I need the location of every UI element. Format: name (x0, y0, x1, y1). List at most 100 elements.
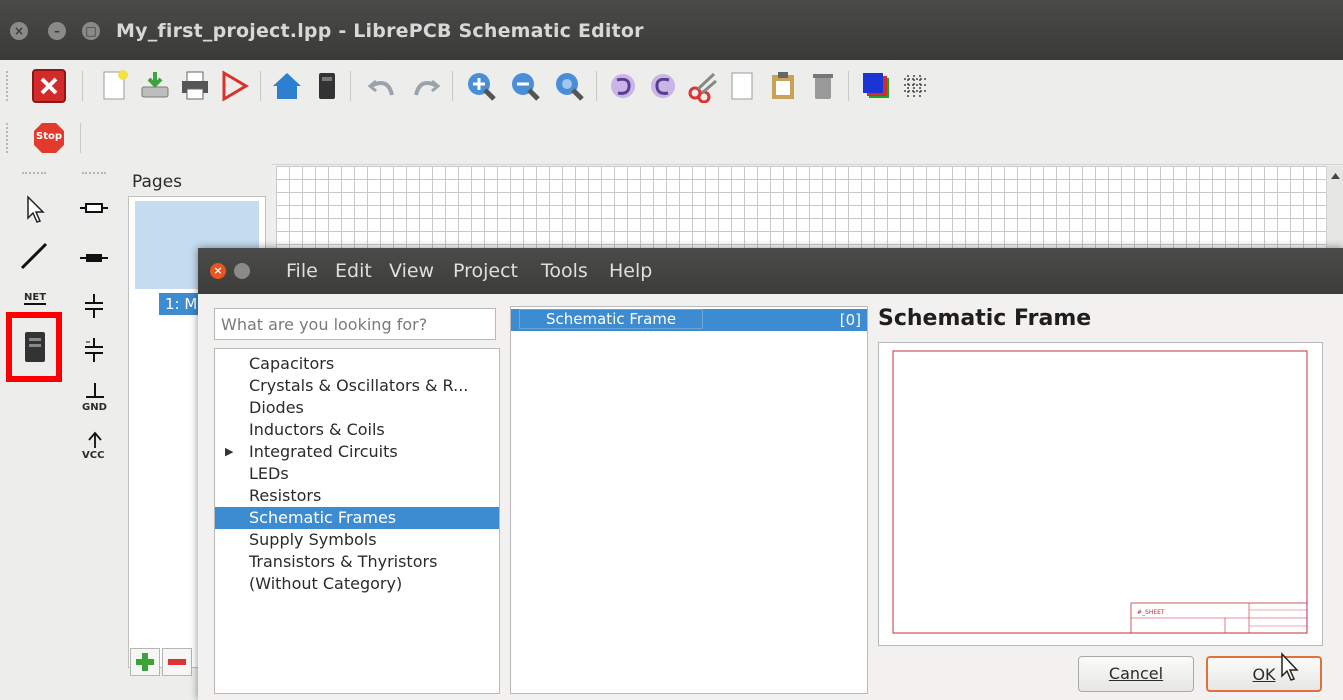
window-minimize-button[interactable]: – (48, 22, 66, 40)
schematic-frame-preview (892, 350, 1308, 634)
close-project-glyph (40, 77, 58, 95)
toolbar-grip[interactable] (82, 172, 106, 174)
add-component-button[interactable] (20, 330, 50, 364)
dialog-titlebar: × File Edit View Project Tools Help (198, 248, 1343, 294)
add-capacitor-unipolar-button[interactable] (80, 336, 108, 364)
netlabel-icon: NET (24, 292, 47, 305)
layers-icon[interactable] (858, 69, 892, 103)
category-item[interactable]: Supply Symbols (215, 529, 499, 551)
add-component-dialog: × File Edit View Project Tools Help Capa… (198, 248, 1343, 700)
stop-button[interactable]: Stop (32, 121, 66, 155)
components-toolbar: GND VCC (66, 164, 125, 700)
category-item[interactable]: Resistors (215, 485, 499, 507)
menu-file[interactable]: File (286, 260, 318, 282)
cancel-button[interactable]: Cancel (1078, 656, 1194, 692)
menu-tools[interactable]: Tools (541, 260, 588, 282)
maximize-icon: □ (85, 24, 97, 38)
menu-project[interactable]: Project (453, 260, 518, 282)
toolbar-grip[interactable] (6, 71, 12, 101)
zoom-in-icon[interactable] (464, 69, 498, 103)
new-sheet-icon[interactable] (98, 69, 132, 103)
minimize-icon: – (54, 24, 60, 38)
toolbar-separator (82, 71, 83, 101)
zoom-out-glyph (512, 73, 540, 101)
add-inductor-button[interactable] (78, 248, 110, 268)
zoom-all-glyph (556, 73, 584, 101)
category-item[interactable]: Diodes (215, 397, 499, 419)
rotate-ccw-icon[interactable] (606, 69, 640, 103)
rotate-cw-icon[interactable] (646, 69, 680, 103)
category-item[interactable]: Capacitors (215, 353, 499, 375)
inductor-icon (80, 254, 108, 262)
add-gnd-button[interactable]: GND (80, 382, 110, 416)
export-pdf-glyph (222, 70, 249, 102)
close-icon: × (13, 24, 25, 38)
window-maximize-button[interactable]: □ (82, 22, 100, 40)
vcc-icon (88, 431, 102, 448)
category-tree[interactable]: Capacitors Crystals & Oscillators & R...… (214, 348, 500, 694)
window-titlebar: × – □ My_first_project.lpp - LibrePCB Sc… (0, 0, 1343, 60)
add-resistor-button[interactable] (78, 198, 110, 218)
tools-toolbar: NET (0, 164, 67, 700)
main-toolbar (0, 60, 1343, 113)
zoom-all-icon[interactable] (552, 69, 586, 103)
toolbar-grip[interactable] (6, 123, 12, 153)
gnd-label: GND (82, 402, 107, 413)
command-toolbar: Stop (0, 112, 1343, 165)
window-title: My_first_project.lpp - LibrePCB Schemati… (116, 20, 644, 42)
frame-sheet-label: #_SHEET (1137, 609, 1165, 616)
dialog-maximize-button[interactable] (234, 263, 250, 279)
remove-page-button[interactable] (162, 648, 192, 676)
toolbar-separator (452, 71, 453, 101)
redo-glyph (414, 79, 441, 96)
zoom-in-glyph (468, 73, 496, 101)
draw-wire-button[interactable] (18, 240, 50, 272)
control-panel-icon[interactable] (270, 69, 304, 103)
category-item[interactable]: Inductors & Coils (215, 419, 499, 441)
category-item[interactable]: Integrated Circuits (215, 441, 499, 463)
trash-glyph (813, 74, 833, 99)
undo-icon[interactable] (366, 69, 400, 103)
dialog-close-button[interactable]: × (210, 263, 226, 279)
toolbar-separator (848, 71, 849, 101)
add-capacitor-bipolar-button[interactable] (80, 292, 108, 320)
component-list[interactable]: Schematic Frame [0] (510, 306, 868, 694)
grid-icon[interactable] (898, 69, 932, 103)
home-glyph (273, 73, 301, 99)
minus-icon (168, 659, 186, 665)
pages-header: Pages (132, 172, 183, 192)
category-item[interactable]: (Without Category) (215, 573, 499, 595)
zoom-out-icon[interactable] (508, 69, 542, 103)
toolbar-grip[interactable] (22, 172, 46, 174)
menu-help[interactable]: Help (609, 260, 652, 282)
board-editor-icon[interactable] (310, 69, 344, 103)
undo-glyph (367, 79, 394, 96)
category-item[interactable]: Transistors & Thyristors (215, 551, 499, 573)
close-icon: × (213, 264, 223, 277)
category-item[interactable]: Crystals & Oscillators & R... (215, 375, 499, 397)
ok-button[interactable]: OK (1206, 656, 1322, 692)
mouse-cursor-icon (1281, 652, 1299, 681)
redo-icon[interactable] (408, 69, 442, 103)
cut-icon[interactable] (686, 69, 720, 104)
component-row[interactable]: Schematic Frame [0] (511, 309, 867, 331)
add-page-button[interactable] (130, 648, 160, 676)
category-item-selected[interactable]: Schematic Frames (215, 507, 499, 529)
layers-glyph (863, 73, 889, 98)
copy-icon[interactable] (726, 69, 760, 103)
scissors-glyph (688, 72, 717, 104)
window-close-button[interactable]: × (10, 22, 28, 40)
remove-icon[interactable] (806, 69, 840, 103)
close-project-icon[interactable] (32, 69, 66, 103)
save-icon[interactable] (138, 69, 172, 103)
menu-edit[interactable]: Edit (335, 260, 372, 282)
select-tool-button[interactable] (20, 194, 50, 224)
menu-view[interactable]: View (389, 260, 434, 282)
print-icon[interactable] (178, 69, 212, 103)
export-pdf-icon[interactable] (218, 69, 252, 103)
chip-icon (25, 332, 45, 362)
category-item[interactable]: LEDs (215, 463, 499, 485)
paste-icon[interactable] (766, 69, 800, 103)
add-vcc-button[interactable]: VCC (80, 430, 110, 464)
search-input[interactable] (214, 308, 496, 340)
